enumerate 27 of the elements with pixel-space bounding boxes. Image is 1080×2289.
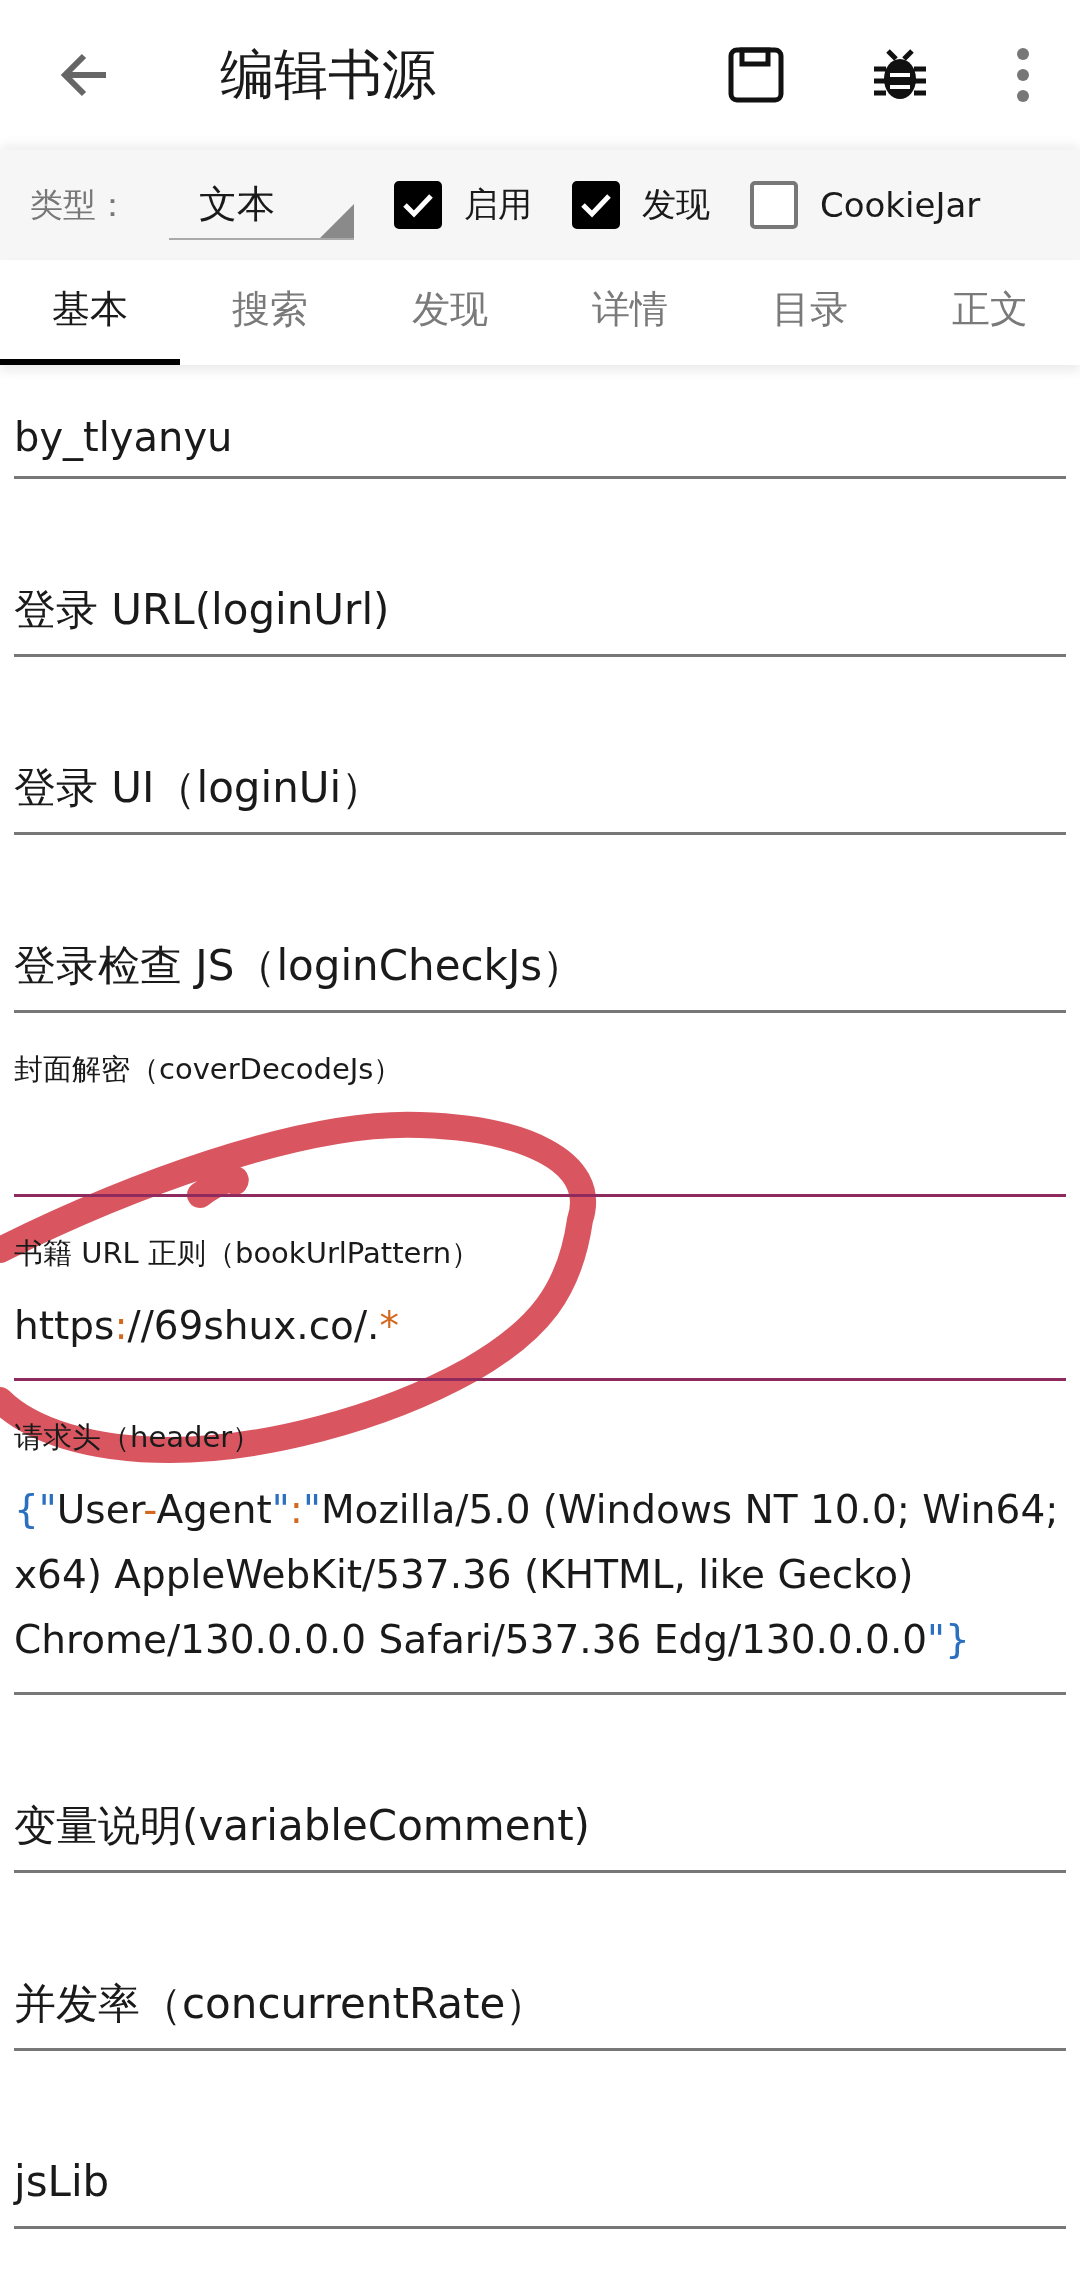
field-hint[interactable]: jsLib — [14, 2156, 1066, 2208]
tab[interactable]: 搜索 — [180, 260, 360, 365]
check-icon — [402, 192, 434, 218]
checkbox-label: 启用 — [464, 183, 532, 226]
tab[interactable]: 目录 — [720, 260, 900, 365]
type-label: 类型： — [30, 183, 129, 226]
input-field[interactable]: {"User-Agent":"Mozilla/5.0 (Windows NT 10.0; Win64; x64) AppleWebKit/537.36 (KHTML, like Gecko) Chrome/130.0.0.0 Safari/537.36 Edg/130.0.0.0"} — [14, 1477, 1066, 1672]
field-hint[interactable]: 登录 URL(loginUrl) — [14, 584, 1066, 636]
more-vertical-icon — [1016, 47, 1030, 103]
input-field[interactable]: https://69shux.co/.* — [14, 1293, 1066, 1358]
tab[interactable]: 正文 — [900, 260, 1080, 365]
tab[interactable]: 详情 — [540, 260, 720, 365]
input-field[interactable]: by_tlyanyu — [14, 405, 1066, 470]
field-hint[interactable]: 登录检查 JS（loginCheckJs） — [14, 940, 1066, 992]
tab[interactable]: 基本 — [0, 260, 180, 365]
checkbox-label: 发现 — [642, 183, 710, 226]
checkbox[interactable] — [394, 181, 442, 229]
field-label: 封面解密（coverDecodeJs） — [14, 1051, 404, 1088]
field-hint[interactable]: 变量说明(variableComment) — [14, 1800, 1066, 1852]
field-hint[interactable]: 并发率（concurrentRate） — [14, 1978, 1066, 2030]
field-hint[interactable]: 登录 UI（loginUi） — [14, 762, 1066, 814]
tab[interactable]: 发现 — [360, 260, 540, 365]
checkbox[interactable] — [750, 181, 798, 229]
page-title: 编辑书源 — [220, 41, 437, 108]
check-icon — [580, 192, 612, 218]
checkbox[interactable] — [572, 181, 620, 229]
checkbox-label: CookieJar — [820, 185, 981, 225]
